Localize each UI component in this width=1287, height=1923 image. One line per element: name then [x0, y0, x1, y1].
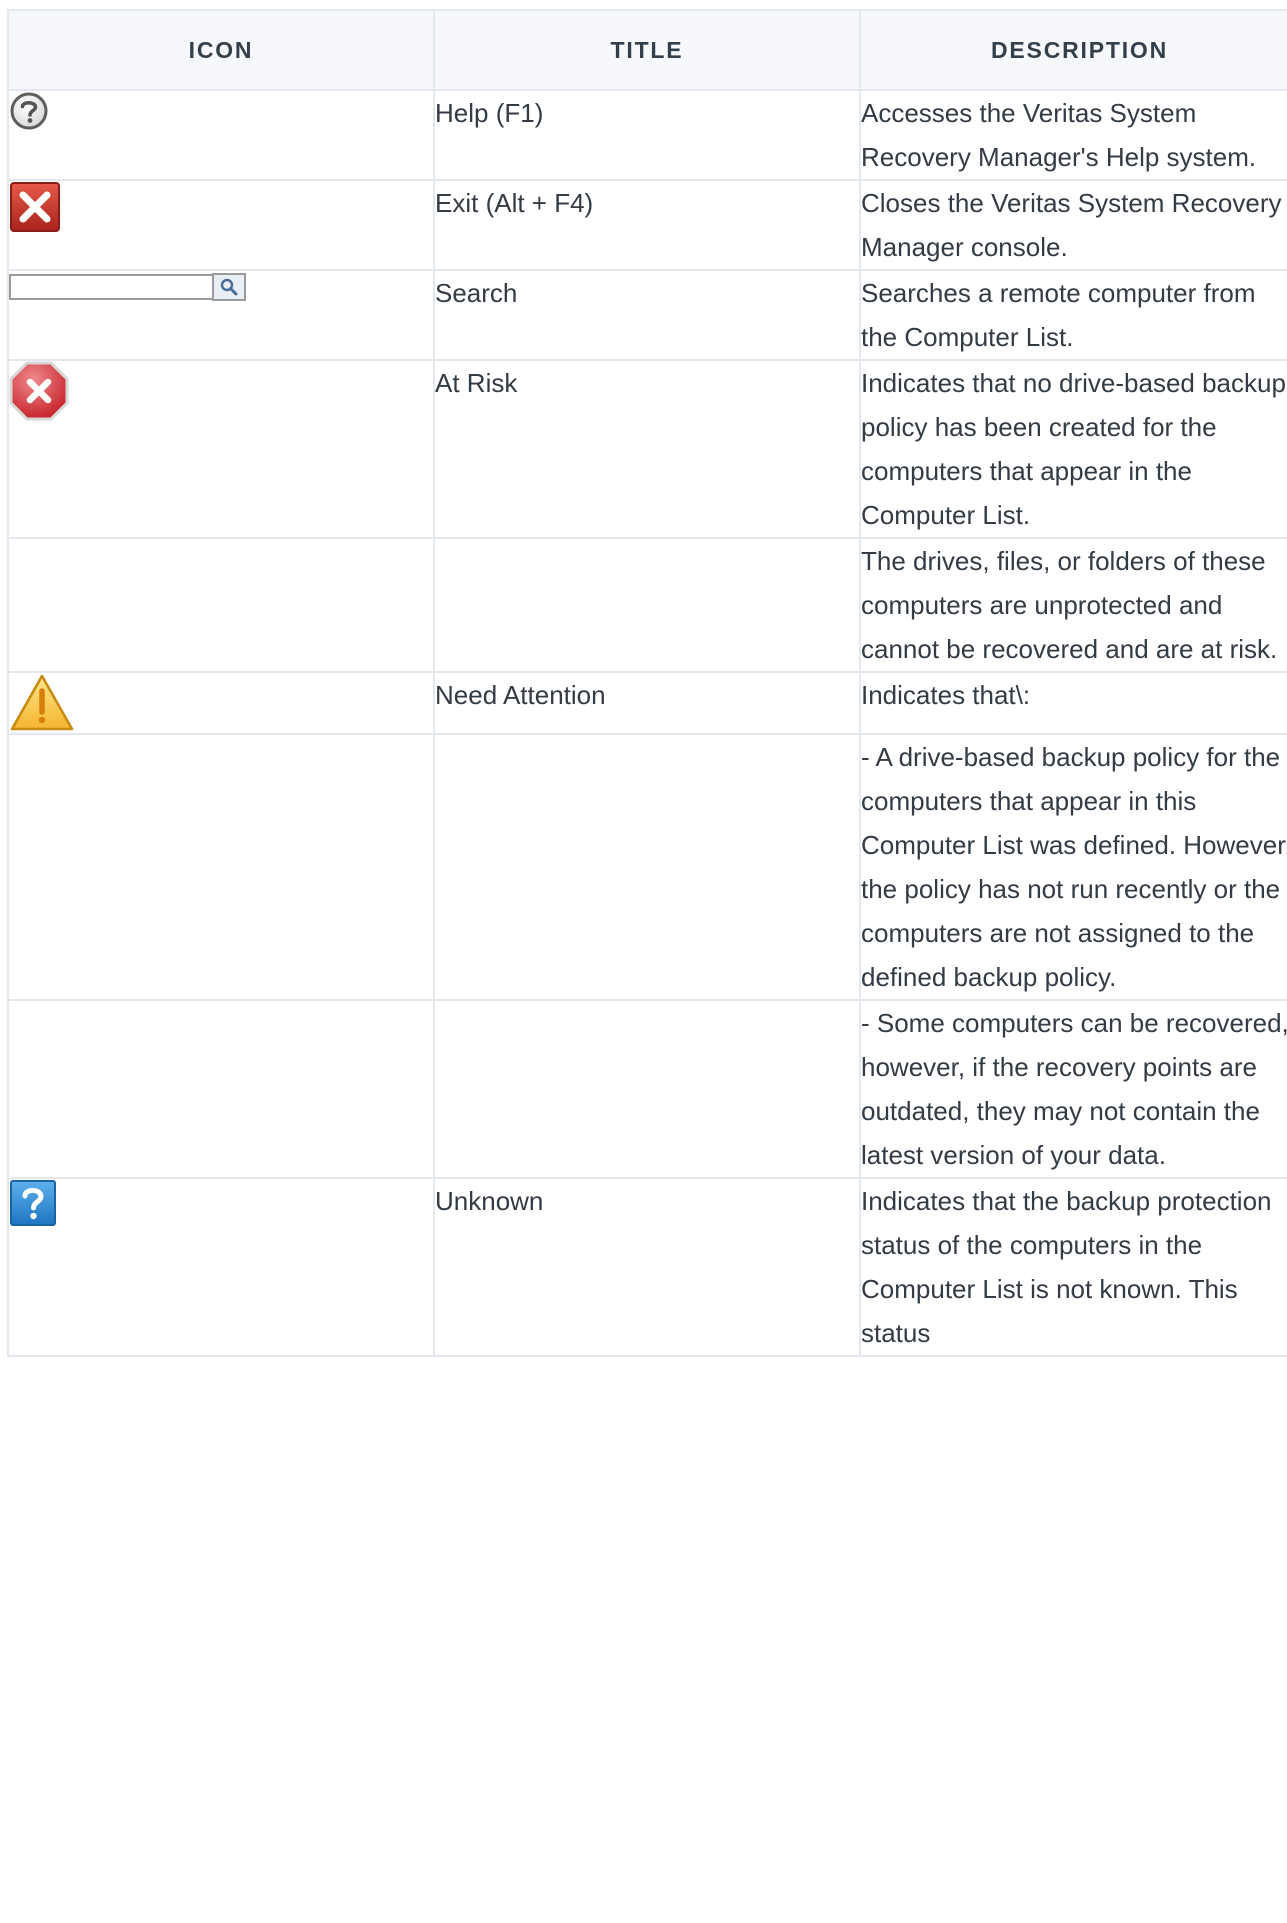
title-cell: [433, 733, 861, 1001]
table-row: Need Attention Indicates that\:: [7, 671, 1287, 735]
description-cell: Indicates that no drive-based backup pol…: [859, 359, 1287, 539]
description-cell: The drives, files, or folders of these c…: [859, 537, 1287, 673]
title-cell: Exit (Alt + F4): [433, 179, 861, 271]
icon-cell: [7, 1177, 435, 1357]
description-cell: Indicates that the backup protection sta…: [859, 1177, 1287, 1357]
table-row: Unknown Indicates that the backup protec…: [7, 1177, 1287, 1357]
title-cell: [433, 999, 861, 1179]
icon-cell: [7, 89, 435, 181]
title-cell: Unknown: [433, 1177, 861, 1357]
header-title: TITLE: [433, 9, 861, 91]
description-cell: Searches a remote computer from the Comp…: [859, 269, 1287, 361]
table-row: - Some computers can be recovered, howev…: [7, 999, 1287, 1179]
icon-cell: [7, 537, 435, 673]
at-risk-stop-icon: [9, 361, 433, 421]
table-row: Help (F1) Accesses the Veritas System Re…: [7, 89, 1287, 181]
unknown-question-icon: [9, 1179, 433, 1227]
title-cell: At Risk: [433, 359, 861, 539]
description-cell: Accesses the Veritas System Recovery Man…: [859, 89, 1287, 181]
description-cell: Indicates that\:: [859, 671, 1287, 735]
exit-red-x-icon: [9, 181, 433, 233]
icon-cell: [7, 179, 435, 271]
description-cell: - Some computers can be recovered, howev…: [859, 999, 1287, 1179]
title-cell: Need Attention: [433, 671, 861, 735]
description-cell: - A drive-based backup policy for the co…: [859, 733, 1287, 1001]
header-icon: ICON: [7, 9, 435, 91]
icon-cell: [7, 733, 435, 1001]
title-cell: [433, 537, 861, 673]
icon-reference-table: ICON TITLE DESCRIPTION Help (F1) Accesse…: [7, 9, 1287, 1357]
table-header-row: ICON TITLE DESCRIPTION: [7, 9, 1287, 91]
icon-cell: [7, 269, 435, 361]
icon-cell: [7, 671, 435, 735]
table-row: Exit (Alt + F4) Closes the Veritas Syste…: [7, 179, 1287, 271]
table-row: - A drive-based backup policy for the co…: [7, 733, 1287, 1001]
header-description: DESCRIPTION: [859, 9, 1287, 91]
help-circle-icon: [9, 91, 433, 131]
search-box-icon: [9, 271, 433, 303]
icon-cell: [7, 999, 435, 1179]
description-cell: Closes the Veritas System Recovery Manag…: [859, 179, 1287, 271]
icon-cell: [7, 359, 435, 539]
table-row: The drives, files, or folders of these c…: [7, 537, 1287, 673]
table-row: At Risk Indicates that no drive-based ba…: [7, 359, 1287, 539]
title-cell: Help (F1): [433, 89, 861, 181]
table-row: Search Searches a remote computer from t…: [7, 269, 1287, 361]
title-cell: Search: [433, 269, 861, 361]
warning-triangle-icon: [9, 673, 433, 733]
